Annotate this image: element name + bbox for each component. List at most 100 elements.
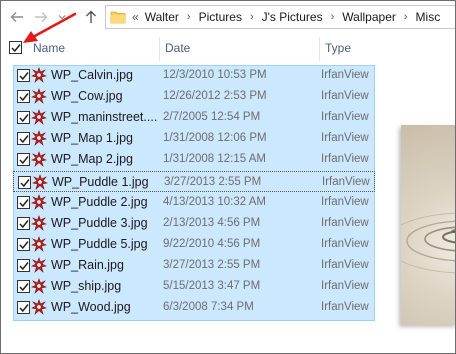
- irfanview-file-icon: [31, 67, 47, 83]
- row-checkbox[interactable]: [17, 301, 30, 315]
- row-checkbox[interactable]: [17, 237, 30, 251]
- file-type: IrfanView: [321, 237, 369, 250]
- folder-icon: [110, 11, 126, 24]
- file-row[interactable]: WP_Rain.jpg 3/27/2013 2:55 PM IrfanView: [13, 255, 375, 276]
- irfanview-file-icon: [32, 173, 48, 190]
- file-date: 1/31/2008 12:15 AM: [163, 153, 266, 166]
- breadcrumb-overflow[interactable]: «: [132, 10, 139, 24]
- recent-locations-button[interactable]: [55, 7, 69, 27]
- file-name[interactable]: WP_Puddle 5.jpg: [51, 237, 148, 251]
- file-row[interactable]: WP_maninstreet.... 2/7/2005 12:54 PM Irfan…: [13, 107, 375, 128]
- file-date: 3/27/2013 2:55 PM: [164, 175, 262, 188]
- file-name[interactable]: WP_Cow.jpg: [51, 89, 123, 103]
- row-checkbox[interactable]: [17, 153, 30, 167]
- row-checkbox[interactable]: [17, 111, 30, 125]
- row-checkbox[interactable]: [17, 280, 30, 293]
- navigation-bar: « Walter › Pictures › J's Pictures › Wal…: [1, 1, 455, 35]
- file-row[interactable]: WP_Map 1.jpg 1/31/2008 12:06 PM IrfanView: [13, 128, 375, 149]
- chevron-right-icon[interactable]: ›: [250, 11, 254, 23]
- row-checkbox[interactable]: [17, 90, 30, 104]
- file-name[interactable]: WP_Puddle 3.jpg: [51, 216, 148, 230]
- row-checkbox[interactable]: [17, 216, 30, 230]
- file-date: 12/3/2010 10:53 PM: [163, 69, 267, 81]
- file-date: 5/15/2013 3:47 PM: [163, 280, 261, 292]
- check-icon: [19, 261, 29, 271]
- file-date: 3/27/2013 2:55 PM: [163, 258, 261, 271]
- irfanview-file-icon: [31, 214, 47, 231]
- preview-image: [401, 125, 455, 325]
- row-checkbox[interactable]: [17, 69, 30, 82]
- check-icon: [19, 219, 29, 228]
- file-name[interactable]: WP_Puddle 2.jpg: [51, 195, 148, 209]
- file-name[interactable]: WP_Puddle 1.jpg: [52, 175, 149, 189]
- row-checkbox[interactable]: [18, 175, 31, 189]
- file-row[interactable]: WP_Puddle 1.jpg 3/27/2013 2:55 PM IrfanVie…: [13, 170, 375, 192]
- file-row[interactable]: WP_Calvin.jpg 12/3/2010 10:53 PM IrfanView: [13, 65, 375, 86]
- irfanview-file-icon: [31, 130, 47, 147]
- file-row[interactable]: WP_Cow.jpg 12/26/2012 2:53 PM IrfanView: [13, 86, 375, 107]
- file-name[interactable]: WP_Map 1.jpg: [51, 131, 133, 145]
- column-divider[interactable]: [319, 37, 320, 61]
- column-divider[interactable]: [159, 37, 160, 61]
- row-checkbox[interactable]: [17, 132, 30, 146]
- file-row[interactable]: WP_Puddle 2.jpg 4/13/2013 10:32 AM IrfanVi…: [13, 192, 375, 213]
- back-button[interactable]: [7, 7, 27, 27]
- up-arrow-icon: [86, 10, 96, 23]
- column-header-type[interactable]: Type: [325, 37, 351, 59]
- file-type: IrfanView: [321, 216, 369, 229]
- file-name[interactable]: WP_ship.jpg: [51, 279, 121, 293]
- file-type: IrfanView: [321, 69, 369, 81]
- forward-button[interactable]: [31, 7, 51, 27]
- check-icon: [19, 72, 29, 81]
- check-icon: [19, 156, 29, 165]
- file-type: IrfanView: [321, 111, 369, 124]
- file-type: IrfanView: [322, 175, 370, 188]
- file-name[interactable]: WP_maninstreet....: [51, 110, 157, 124]
- file-date: 6/3/2008 7:34 PM: [163, 301, 254, 314]
- check-icon: [20, 178, 30, 187]
- irfanview-file-icon: [31, 257, 47, 273]
- chevron-down-icon: [58, 15, 66, 20]
- breadcrumb-wallpaper[interactable]: Wallpaper: [342, 10, 396, 24]
- breadcrumb-js-pictures[interactable]: J's Pictures: [262, 10, 323, 24]
- file-name[interactable]: WP_Rain.jpg: [51, 258, 124, 272]
- file-date: 2/13/2013 4:56 PM: [163, 216, 261, 229]
- file-name[interactable]: WP_Wood.jpg: [51, 300, 131, 314]
- column-header-name[interactable]: Name: [33, 37, 65, 59]
- file-type: IrfanView: [321, 301, 369, 314]
- breadcrumb-walter[interactable]: Walter: [145, 10, 179, 24]
- check-icon: [19, 240, 29, 249]
- row-checkbox[interactable]: [17, 195, 30, 209]
- check-icon: [19, 114, 29, 123]
- file-name[interactable]: WP_Map 2.jpg: [51, 152, 133, 166]
- file-date: 4/13/2013 10:32 AM: [163, 195, 266, 208]
- check-icon: [19, 93, 29, 102]
- chevron-right-icon[interactable]: ›: [187, 11, 191, 23]
- check-icon: [11, 44, 21, 53]
- check-icon: [19, 135, 29, 144]
- chevron-right-icon[interactable]: ›: [404, 11, 408, 23]
- file-row[interactable]: WP_Puddle 5.jpg 9/22/2010 4:56 PM IrfanVie…: [13, 234, 375, 255]
- file-date: 9/22/2010 4:56 PM: [163, 237, 261, 250]
- file-type: IrfanView: [321, 258, 369, 271]
- forward-arrow-icon: [35, 12, 48, 22]
- file-row[interactable]: WP_Map 2.jpg 1/31/2008 12:15 AM IrfanView: [13, 149, 375, 170]
- select-all-checkbox[interactable]: [9, 41, 22, 54]
- address-bar[interactable]: « Walter › Pictures › J's Pictures › Wal…: [105, 5, 455, 29]
- file-row[interactable]: WP_ship.jpg 5/15/2013 3:47 PM IrfanView: [13, 276, 375, 297]
- up-button[interactable]: [81, 7, 101, 27]
- check-icon: [19, 283, 29, 292]
- back-arrow-icon: [10, 12, 23, 22]
- file-row[interactable]: WP_Wood.jpg 6/3/2008 7:34 PM IrfanView: [13, 297, 375, 318]
- chevron-right-icon[interactable]: ›: [331, 11, 335, 23]
- column-header-date[interactable]: Date: [165, 37, 190, 59]
- row-checkbox[interactable]: [17, 258, 30, 272]
- irfanview-file-icon: [31, 299, 47, 316]
- check-icon: [19, 304, 29, 313]
- file-name[interactable]: WP_Calvin.jpg: [51, 68, 133, 82]
- file-type: IrfanView: [321, 153, 369, 166]
- file-row[interactable]: WP_Puddle 3.jpg 2/13/2013 4:56 PM IrfanVie…: [13, 213, 375, 234]
- breadcrumb-pictures[interactable]: Pictures: [199, 10, 242, 24]
- breadcrumb-misc[interactable]: Misc: [416, 10, 441, 24]
- irfanview-file-icon: [31, 109, 47, 126]
